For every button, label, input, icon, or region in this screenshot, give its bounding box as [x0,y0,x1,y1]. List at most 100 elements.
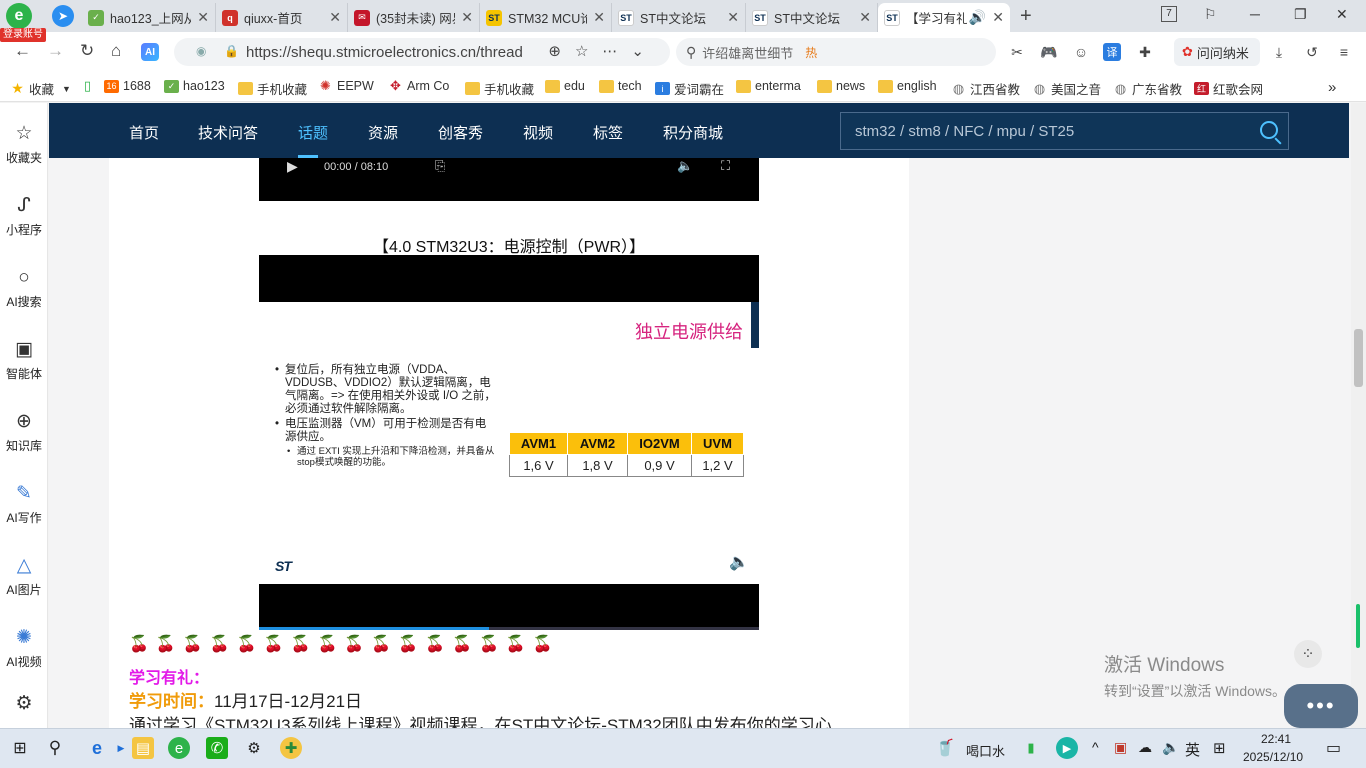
browser-taskbar-icon[interactable]: e [168,737,190,759]
windows-start-icon[interactable]: ⊞ [9,737,31,759]
close-tab-icon[interactable]: ✕ [329,9,341,26]
close-tab-icon[interactable]: ✕ [197,9,209,26]
browser-tab[interactable]: ST ST中文论坛 ✕ [612,3,746,32]
bookmark-globe[interactable]: ◍ 美国之音 [1032,79,1101,98]
video-progress-bar[interactable] [259,627,759,630]
undo-icon[interactable]: ↺ [1303,43,1321,61]
chevron-down-icon[interactable]: ▼ [62,84,71,94]
sidebar-item-ai-writing[interactable]: ✎ AI写作 [0,483,48,526]
scrollbar-thumb[interactable] [1354,329,1363,387]
browser-tab[interactable]: q qiuxx-首页 ✕ [216,3,348,32]
chat-bubble-icon[interactable]: ••• [1284,684,1358,728]
bookmark-honggehui[interactable]: 红红歌会网 [1194,79,1263,98]
ai-icon[interactable]: AI [141,43,159,61]
nav-topics[interactable]: 话题 [298,122,328,143]
puzzle-icon[interactable]: ✚ [1136,43,1154,61]
nav-tech-qa[interactable]: 技术问答 [198,122,258,143]
bookmark-1688[interactable]: 16 1688 [104,79,151,93]
chevron-down-icon[interactable]: ⌄ [631,43,658,60]
browser-search-input[interactable]: ⚲ 许绍雄离世细节 热 [676,38,996,66]
sidebar-item-ai-search[interactable]: ○ AI搜索 [0,267,48,310]
tray-chevron-up-icon[interactable]: ^ [1092,739,1099,755]
nav-tags[interactable]: 标签 [593,122,623,143]
bookmark-folder[interactable]: news [817,79,865,93]
bookmark-favorites[interactable]: ★ 收藏 ▼ [10,79,71,98]
download-icon[interactable]: ⤓ [1270,43,1288,61]
bookmark-folder[interactable]: enterma [736,79,801,93]
close-window-button[interactable]: ✕ [1336,6,1348,23]
sidebar-item-favorites[interactable]: ☆ 收藏夹 [0,123,48,166]
url-text[interactable]: https://shequ.stmicroelectronics.cn/thre… [246,44,523,61]
close-tab-icon[interactable]: ✕ [593,9,605,26]
sidebar-item-ai-video[interactable]: ✺ AI视频 [0,627,48,670]
fullscreen-icon[interactable]: ⛶ [721,158,730,174]
lock-icon[interactable]: 🔒 [224,44,239,58]
game-icon[interactable]: 🎮 [1040,43,1058,61]
sidebar-item-mini-program[interactable]: ᔑ 小程序 [0,195,48,238]
network-alert-icon[interactable]: ▣ [1114,739,1127,756]
close-tab-icon[interactable]: ✕ [461,9,473,26]
browser-tab[interactable]: ✉ (35封未读) 网易 ✕ [348,3,480,32]
nav-points-mall[interactable]: 积分商城 [663,122,723,143]
bookmark-hao123[interactable]: ✓ hao123 [164,79,225,93]
browser-tab[interactable]: ✓ hao123_上网从 ✕ [82,3,216,32]
close-tab-icon[interactable]: ✕ [992,9,1004,26]
ime-indicator[interactable]: 英 [1185,739,1200,760]
close-tab-icon[interactable]: ✕ [727,9,739,26]
bookmark-globe[interactable]: ◍ 江西省教 [951,79,1020,98]
volume-icon[interactable]: 🔈 [1162,739,1179,756]
notification-icon[interactable]: ▭ [1326,738,1341,758]
chevron-right-icon[interactable]: ▶ [110,737,132,759]
wechat-icon[interactable]: ✆ [206,737,228,759]
restore-button[interactable]: ❐ [1294,6,1307,23]
search-icon[interactable] [1260,121,1278,139]
app-plus-icon[interactable]: ✚ [280,737,302,759]
file-explorer-icon[interactable]: ▤ [132,737,154,759]
browser-tab[interactable]: ST ST中文论坛 ✕ [746,3,878,32]
floating-menu-icon[interactable]: ⁘ [1294,640,1322,668]
gear-icon[interactable]: ⚙ [243,737,265,759]
minimize-button[interactable]: ─ [1250,6,1260,22]
url-field[interactable]: ◉ 🔒 https://shequ.stmicroelectronics.cn/… [174,38,670,66]
login-badge[interactable]: 登录账号 [0,28,46,42]
extension-face-icon[interactable]: ☺ [1072,43,1090,61]
nav-home[interactable]: 首页 [129,122,159,143]
battery-icon[interactable]: ▮ [1020,737,1042,759]
bookmark-eepw[interactable]: ✺ EEPW [318,78,374,93]
sidebar-item-agent[interactable]: ▣ 智能体 [0,339,48,382]
wifi-icon[interactable]: ☁ [1138,739,1152,756]
home-icon[interactable]: ⌂ [111,41,121,61]
clock-time[interactable]: 22:41 [1261,732,1291,746]
more-icon[interactable]: ⋯ [602,43,631,60]
bookmark-folder[interactable]: 手机收藏 [238,79,307,98]
bookmark-arm[interactable]: ✥ Arm Co [388,78,449,93]
ie-icon[interactable]: e [86,737,108,759]
tab-count-badge[interactable]: 7 [1161,6,1177,22]
bookmark-phone[interactable]: ▯ [80,78,99,93]
clock-date[interactable]: 2025/12/10 [1243,750,1303,764]
bookmark-folder[interactable]: tech [599,79,642,93]
speaker-icon[interactable]: 🔊 [969,9,986,26]
bookmark-globe[interactable]: ◍ 广东省教 [1113,79,1182,98]
location-icon[interactable]: ⊕ [548,43,575,60]
play-icon[interactable]: ▶ [287,158,298,175]
nav-video[interactable]: 视频 [523,122,553,143]
wenwen-button[interactable]: ✿ 问问纳米 [1174,38,1260,66]
menu-icon[interactable]: ≡ [1335,43,1353,61]
weather-label[interactable]: 喝口水 [966,741,1005,760]
sidebar-item-knowledge[interactable]: ⊕ 知识库 [0,411,48,454]
keyboard-grid-icon[interactable]: ⊞ [1213,739,1226,757]
drink-water-icon[interactable]: 🥤 [934,737,956,759]
video-slide-frame[interactable]: 独立电源供给 复位后，所有独立电源（VDDA、VDDUSB、VDDIO2）默认逻… [259,302,759,584]
sidebar-settings[interactable]: ⚙ [0,693,48,719]
bookmark-star-icon[interactable]: ☆ [575,43,602,60]
back-arrow-icon[interactable]: ← [14,41,31,61]
bookmark-folder[interactable]: edu [545,79,585,93]
close-tab-icon[interactable]: ✕ [859,9,871,26]
bookmark-folder[interactable]: 手机收藏 [465,79,534,98]
new-tab-button[interactable]: + [1020,5,1032,28]
sidebar-item-ai-image[interactable]: △ AI图片 [0,555,48,598]
reload-icon[interactable]: ↻ [80,41,94,61]
pinned-tab-icon[interactable]: ➤ [52,5,74,27]
subtitle-icon[interactable]: ⎘ [435,158,445,174]
